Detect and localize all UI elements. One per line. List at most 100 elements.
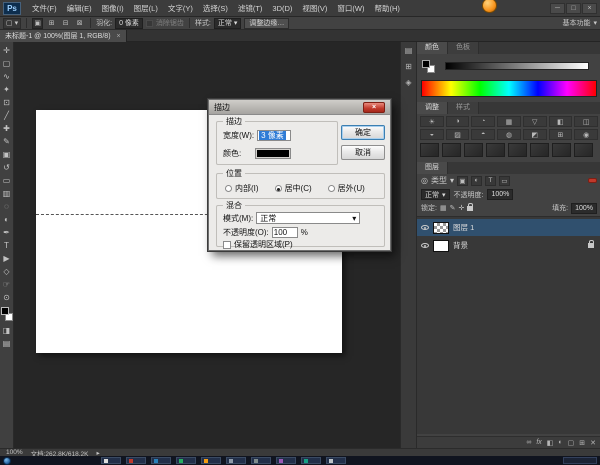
menu-image[interactable]: 图像(I) <box>97 0 129 17</box>
menu-window[interactable]: 窗口(W) <box>332 0 369 17</box>
threshold-icon[interactable]: ⊞ <box>548 129 573 140</box>
link-layers-icon[interactable]: ∞ <box>526 439 531 446</box>
app-logo[interactable]: Ps <box>3 1 21 15</box>
taskbar-item[interactable] <box>226 457 246 464</box>
cancel-button[interactable]: 取消 <box>341 145 385 160</box>
document-tab[interactable]: 未标题-1 @ 100%(图层 1, RGB/8) × <box>0 30 127 42</box>
style-swatch[interactable] <box>574 143 593 157</box>
menu-filter[interactable]: 滤镜(T) <box>233 0 268 17</box>
clone-stamp-tool[interactable]: ▣ <box>0 148 14 161</box>
properties-panel-icon[interactable]: ⊞ <box>405 62 412 71</box>
radio-dot[interactable] <box>327 185 335 192</box>
zoom-tool[interactable]: ⊙ <box>0 291 14 304</box>
brightness-contrast-icon[interactable]: ☀ <box>420 116 444 127</box>
fill-value[interactable]: 100% <box>571 202 597 214</box>
style-select[interactable]: 正常 ▾ <box>213 17 242 29</box>
menu-edit[interactable]: 编辑(E) <box>62 0 97 17</box>
system-tray[interactable] <box>563 457 597 464</box>
close-window-button[interactable]: × <box>582 2 597 14</box>
healing-brush-tool[interactable]: ✚ <box>0 122 14 135</box>
pen-tool[interactable]: ✒ <box>0 226 14 239</box>
levels-icon[interactable]: ◑ <box>445 116 470 127</box>
taskbar-item[interactable] <box>301 457 321 464</box>
ok-button[interactable]: 确定 <box>341 125 385 140</box>
taskbar-item[interactable] <box>101 457 121 464</box>
add-selection-icon[interactable]: ⊞ <box>46 18 57 29</box>
taskbar-item[interactable] <box>176 457 196 464</box>
lock-position-icon[interactable]: ✛ <box>458 204 464 212</box>
menu-select[interactable]: 选择(S) <box>198 0 233 17</box>
menu-help[interactable]: 帮助(H) <box>370 0 405 17</box>
workspace-switcher[interactable]: 基本功能 <box>562 18 590 28</box>
style-swatch[interactable] <box>508 143 527 157</box>
style-swatch[interactable] <box>420 143 439 157</box>
subtract-selection-icon[interactable]: ⊟ <box>60 18 71 29</box>
radio-center[interactable]: 居中(C) <box>274 183 312 194</box>
gradient-tool[interactable]: ▥ <box>0 187 14 200</box>
taskbar-item[interactable] <box>326 457 346 464</box>
new-layer-icon[interactable]: ⊞ <box>579 439 585 447</box>
invert-icon[interactable]: ◍ <box>497 129 521 140</box>
gradient-map-icon[interactable]: ◉ <box>574 129 598 140</box>
layer-mask-icon[interactable]: ◧ <box>547 439 554 447</box>
grayscale-slider[interactable]: ▾ <box>445 62 589 70</box>
channel-mixer-icon[interactable]: ◓ <box>471 129 496 140</box>
opacity-value[interactable]: 100% <box>487 189 514 200</box>
tab-color[interactable]: 颜色 <box>417 42 448 54</box>
hue-saturation-icon[interactable]: ◧ <box>548 116 573 127</box>
layer-name[interactable]: 图层 1 <box>453 222 474 233</box>
filter-shape-icon[interactable]: ▭ <box>499 175 510 186</box>
info-panel-icon[interactable]: ◈ <box>405 78 411 87</box>
eyedropper-tool[interactable]: ╱ <box>0 109 14 122</box>
intersect-selection-icon[interactable]: ⊠ <box>74 18 85 29</box>
vibrance-icon[interactable]: ▽ <box>522 116 547 127</box>
filter-type-icon[interactable]: T <box>485 175 496 186</box>
radio-dot[interactable] <box>225 185 232 192</box>
width-input[interactable]: 3 像素 <box>257 130 292 141</box>
stroke-color-swatch[interactable] <box>255 148 292 159</box>
quick-mask-icon[interactable]: ◨ <box>0 324 14 337</box>
feather-input[interactable]: 0 像素 <box>115 17 143 29</box>
posterize-icon[interactable]: ◩ <box>522 129 547 140</box>
brush-tool[interactable]: ✎ <box>0 135 14 148</box>
eraser-tool[interactable]: ▭ <box>0 174 14 187</box>
close-tab-icon[interactable]: × <box>117 33 121 40</box>
menu-3d[interactable]: 3D(D) <box>267 0 297 17</box>
tab-swatches[interactable]: 色板 <box>448 42 479 54</box>
dialog-title-bar[interactable]: 描边 × <box>209 100 390 115</box>
layer-thumbnail[interactable] <box>433 221 449 234</box>
history-panel-icon[interactable]: ▤ <box>405 46 413 55</box>
lock-all-icon[interactable] <box>467 202 474 211</box>
lock-pixels-icon[interactable]: ✎ <box>450 204 456 212</box>
tab-styles[interactable]: 样式 <box>448 102 479 114</box>
shape-tool[interactable]: ◇ <box>0 265 14 278</box>
mode-select[interactable]: 正常 ▾ <box>256 212 361 224</box>
color-balance-icon[interactable]: ◫ <box>574 116 598 127</box>
color-spectrum-ramp[interactable] <box>421 80 597 97</box>
taskbar-item[interactable] <box>201 457 221 464</box>
path-selection-tool[interactable]: ▶ <box>0 252 14 265</box>
screen-mode-icon[interactable]: ▤ <box>0 337 14 350</box>
taskbar-item[interactable] <box>126 457 146 464</box>
new-selection-icon[interactable]: ▣ <box>32 17 44 29</box>
menu-file[interactable]: 文件(F) <box>27 0 62 17</box>
photo-filter-icon[interactable]: ▨ <box>445 129 470 140</box>
panel-foreground-swatch[interactable] <box>422 60 430 68</box>
dialog-opacity-input[interactable]: 100 <box>271 227 298 238</box>
dialog-close-button[interactable]: × <box>363 101 385 113</box>
preserve-transparency-checkbox[interactable] <box>223 240 231 249</box>
filter-pixel-icon[interactable]: ▣ <box>457 175 468 186</box>
curves-icon[interactable]: ◔ <box>471 116 496 127</box>
start-button[interactable] <box>3 456 11 465</box>
layer-row-layer1[interactable]: 图层 1 <box>417 219 600 236</box>
type-tool[interactable]: T <box>0 239 14 252</box>
delete-layer-icon[interactable]: ✕ <box>590 439 596 447</box>
tab-layers[interactable]: 图层 <box>417 162 448 174</box>
style-swatch[interactable] <box>530 143 549 157</box>
taskbar-item[interactable] <box>251 457 271 464</box>
filter-toggle-switch[interactable] <box>588 178 597 183</box>
new-group-icon[interactable]: ▢ <box>568 439 575 447</box>
history-brush-tool[interactable]: ↺ <box>0 161 14 174</box>
style-swatch[interactable] <box>486 143 505 157</box>
crop-tool[interactable]: ⊡ <box>0 96 14 109</box>
